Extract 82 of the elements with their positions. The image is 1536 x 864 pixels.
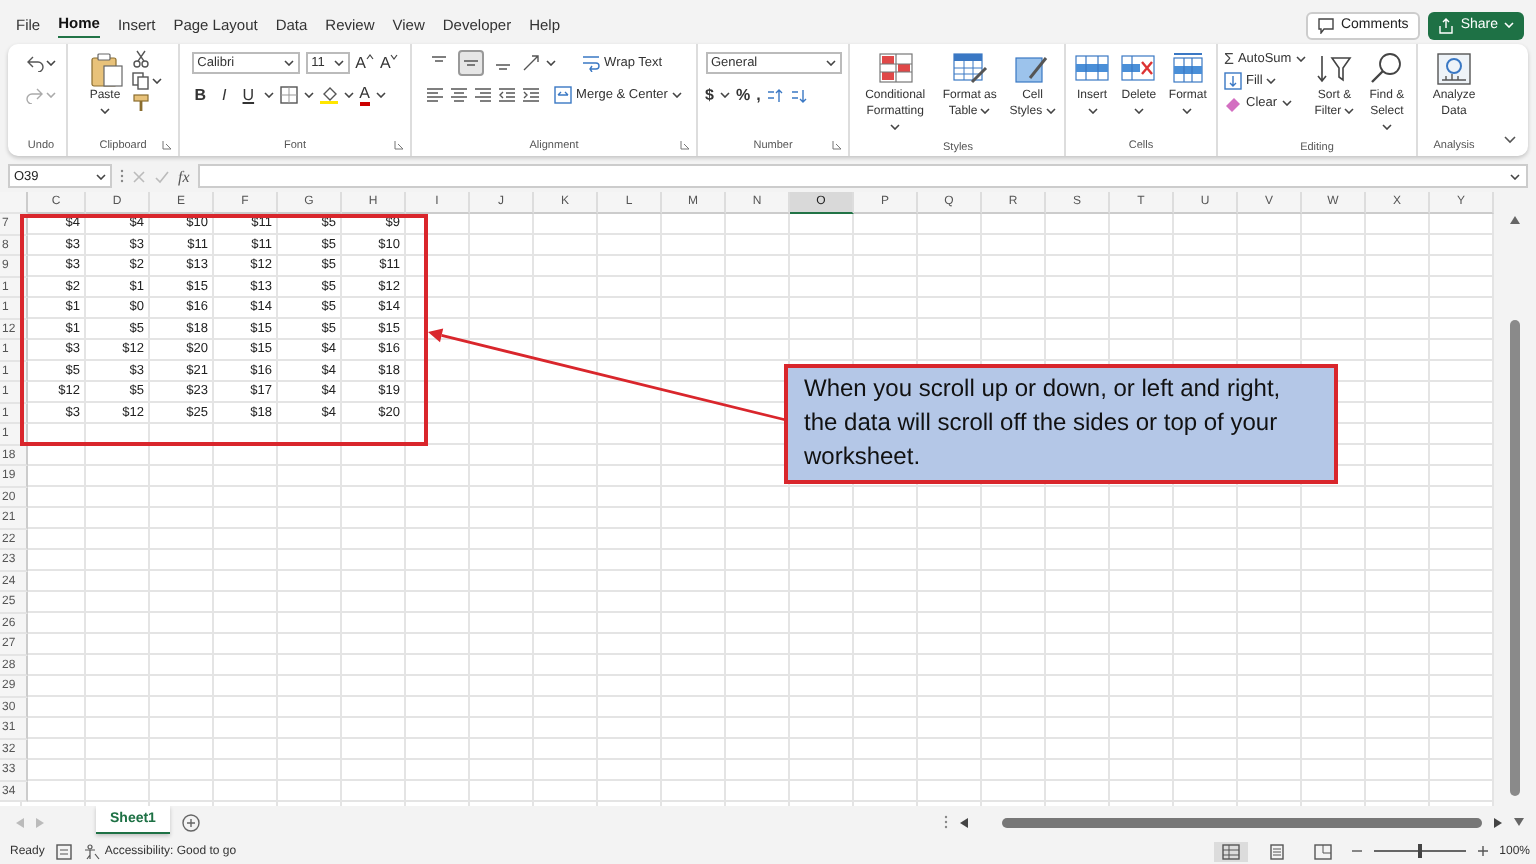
scrollbar-thumb[interactable]: [1002, 817, 1482, 827]
clipboard-icon: [87, 52, 123, 88]
increase-decimal-icon[interactable]: [766, 86, 785, 104]
cut-icon[interactable]: [131, 50, 149, 68]
caret-icon: [671, 92, 682, 98]
increase-font-size-button[interactable]: A: [355, 54, 374, 72]
bold-button[interactable]: B: [191, 86, 210, 104]
align-center-icon[interactable]: [450, 86, 469, 104]
cell-styles-icon: [1014, 52, 1051, 88]
dialog-launcher-icon[interactable]: [394, 140, 404, 150]
page-break-view-icon[interactable]: [1313, 843, 1332, 859]
sort-filter-icon: [1316, 52, 1353, 88]
wrap-text-icon: [582, 54, 601, 72]
caret-icon: [96, 173, 106, 179]
comma-style-button[interactable]: ,: [756, 86, 761, 104]
caret-icon: [546, 60, 557, 66]
add-sheet-icon[interactable]: [181, 813, 200, 831]
caret-down-icon: [390, 54, 399, 60]
caret-icon: [719, 92, 730, 98]
caret-icon: [151, 78, 161, 84]
zoom-in-icon[interactable]: [1477, 846, 1488, 856]
scroll-right-icon[interactable]: [1494, 817, 1502, 827]
scroll-up-icon[interactable]: [1510, 216, 1520, 224]
increase-indent-icon[interactable]: [522, 86, 541, 104]
dialog-launcher-icon[interactable]: [680, 140, 690, 150]
normal-view-icon[interactable]: [1221, 843, 1240, 859]
copy-icon[interactable]: [131, 72, 149, 90]
caret-icon: [263, 92, 274, 98]
align-right-icon[interactable]: [474, 86, 493, 104]
scrollbar-thumb[interactable]: [1510, 320, 1520, 796]
fill-down-icon: [1224, 72, 1242, 90]
formula-input[interactable]: [197, 164, 1528, 188]
analyze-data-icon: [1436, 52, 1472, 88]
scroll-down-icon[interactable]: [1514, 818, 1524, 826]
percent-button[interactable]: %: [735, 86, 751, 104]
underline-button[interactable]: U: [239, 86, 258, 104]
format-painter-icon[interactable]: [131, 94, 149, 112]
orientation-icon[interactable]: [522, 54, 541, 72]
dialog-launcher-icon[interactable]: [162, 140, 172, 150]
decrease-decimal-icon[interactable]: [790, 86, 809, 104]
align-left-icon[interactable]: [426, 86, 445, 104]
caret-icon: [333, 60, 344, 66]
zoom-slider-thumb[interactable]: [1417, 844, 1422, 858]
caret-icon: [1510, 173, 1520, 179]
dialog-launcher-icon[interactable]: [832, 140, 842, 150]
fill-color-icon[interactable]: [319, 86, 338, 104]
italic-button[interactable]: I: [215, 86, 234, 104]
caret-icon: [100, 107, 110, 114]
zoom-out-icon[interactable]: [1351, 846, 1362, 856]
decrease-font-size-button[interactable]: A: [380, 54, 399, 72]
merge-cells-icon: [554, 86, 573, 104]
decrease-indent-icon[interactable]: [498, 86, 517, 104]
undo-icon[interactable]: [26, 54, 44, 72]
format-as-table-icon: [951, 52, 988, 88]
insert-function-button[interactable]: fx: [178, 167, 190, 185]
caret-icon: [376, 92, 386, 98]
caret-icon: [46, 92, 56, 98]
middle-align-icon[interactable]: [462, 54, 481, 72]
collapse-ribbon-icon[interactable]: [1504, 136, 1516, 144]
currency-button[interactable]: $: [705, 86, 714, 104]
caret-icon: [1504, 22, 1514, 28]
comment-icon: [1318, 17, 1335, 33]
check-icon[interactable]: [154, 169, 170, 183]
borders-icon[interactable]: [279, 86, 298, 104]
scroll-left-icon[interactable]: [960, 817, 968, 827]
redo-icon[interactable]: [26, 86, 44, 104]
caret-icon: [46, 60, 56, 66]
page-layout-view-icon[interactable]: [1267, 843, 1286, 859]
caret-icon: [303, 92, 314, 98]
caret-icon: [343, 92, 354, 98]
format-cells-icon: [1169, 52, 1206, 88]
callout-box: When you scroll up or down, or left and right, the data will scroll off the sides or top of your worksheet.: [784, 364, 1338, 484]
share-icon: [1438, 17, 1455, 33]
macro-icon[interactable]: [56, 843, 73, 859]
caret-up-icon: [366, 54, 374, 60]
font-color-button[interactable]: A: [359, 85, 370, 105]
search-icon: [1368, 52, 1405, 88]
accessibility-icon: [84, 843, 101, 859]
caret-icon: [825, 60, 835, 66]
caret-icon: [283, 60, 294, 66]
conditional-formatting-icon: [877, 52, 914, 88]
eraser-icon: [1224, 94, 1242, 112]
